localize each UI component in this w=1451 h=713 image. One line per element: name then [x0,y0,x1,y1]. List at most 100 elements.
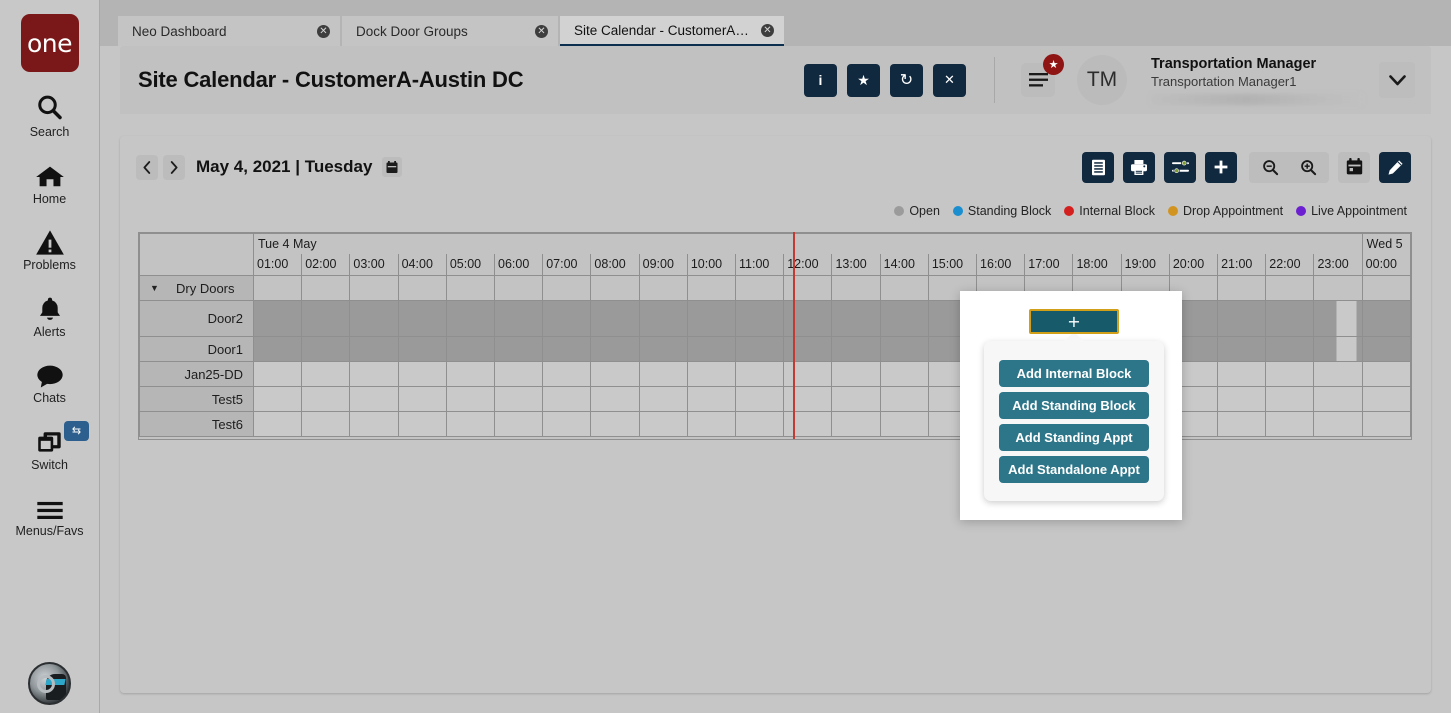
grid-cell[interactable] [494,386,544,412]
grid-cell[interactable] [445,275,496,301]
door-label-cell[interactable]: Door1 [139,336,254,362]
door-label-cell[interactable]: Door2 [139,300,254,337]
date-picker-button[interactable] [1338,151,1370,183]
grid-cell[interactable] [445,300,496,337]
tab-dock-door-groups[interactable]: Dock Door Groups ✕ [342,16,558,46]
grid-cell[interactable] [349,275,399,301]
close-circle-icon[interactable]: ✕ [317,24,330,38]
sidebar-item-menus-favs[interactable]: Menus/Favs [0,491,99,538]
grid-cell[interactable] [349,411,399,437]
grid-cell[interactable] [252,275,303,301]
tab-site-calendar[interactable]: Site Calendar - CustomerA-Austi... ✕ [560,16,784,46]
grid-cell[interactable] [831,336,881,362]
grid-cell[interactable] [542,336,592,362]
grid-cell[interactable] [831,300,881,337]
grid-cell[interactable] [494,411,544,437]
next-day-button[interactable] [163,154,185,180]
grid-cell[interactable] [638,386,688,412]
grid-cell[interactable] [831,275,881,301]
door-label-cell[interactable]: Jan25-DD [139,361,254,387]
grid-cell[interactable] [590,336,640,362]
sidebar-item-search[interactable]: Search [0,92,99,139]
one-logo[interactable]: one [20,14,79,72]
user-avatar-icon[interactable] [28,662,71,705]
grid-cell[interactable] [590,361,640,387]
grid-cell[interactable] [349,386,399,412]
table-row-group[interactable]: ▼ Dry Doors [139,275,1412,301]
add-button[interactable] [1205,151,1237,183]
add-internal-block-button[interactable]: Add Internal Block [999,360,1149,387]
grid-cell[interactable] [542,275,592,301]
refresh-button[interactable]: ↻ [890,63,923,97]
chevron-down-icon[interactable] [1379,62,1415,98]
grid-cell[interactable] [783,361,833,387]
grid-cell[interactable] [1265,300,1315,337]
swap-arrows-icon[interactable]: ⇆ [64,420,89,441]
grid-cell[interactable] [301,386,351,412]
grid-cell[interactable] [1313,361,1363,387]
info-button[interactable]: i [804,63,837,97]
favorite-button[interactable]: ★ [847,63,880,97]
add-standing-block-button[interactable]: Add Standing Block [999,392,1149,419]
grid-cell[interactable] [542,300,592,337]
door-label-cell[interactable]: Test5 [139,386,254,412]
grid-cell[interactable] [590,300,640,337]
grid-cell[interactable] [252,300,303,337]
zoom-in-button[interactable] [1292,152,1324,183]
grid-cell[interactable] [1217,386,1267,412]
grid-cell[interactable] [1361,386,1412,412]
grid-cell[interactable] [686,336,737,362]
grid-cell[interactable] [879,275,929,301]
grid-cell[interactable] [397,275,447,301]
print-button[interactable] [1123,151,1155,183]
grid-cell[interactable] [1265,386,1315,412]
grid-cell[interactable] [349,300,399,337]
grid-cell[interactable] [783,336,833,362]
grid-cell[interactable] [1265,275,1315,301]
grid-cell[interactable] [686,300,737,337]
grid-cell[interactable] [1217,336,1267,362]
add-standing-appt-button[interactable]: Add Standing Appt [999,424,1149,451]
grid-cell[interactable] [879,336,929,362]
grid-cell[interactable] [1265,336,1315,362]
zoom-out-button[interactable] [1254,152,1286,183]
grid-cell[interactable] [397,300,447,337]
grid-cell[interactable] [1361,336,1412,362]
grid-cell[interactable] [686,275,737,301]
grid-cell[interactable] [1217,275,1267,301]
grid-cell[interactable] [638,361,688,387]
grid-cell[interactable] [638,411,688,437]
grid-cell[interactable] [638,275,688,301]
grid-cell[interactable] [542,411,592,437]
grid-cell[interactable] [397,361,447,387]
grid-cell[interactable] [735,361,785,387]
grid-cell[interactable] [349,361,399,387]
tab-neo-dashboard[interactable]: Neo Dashboard ✕ [118,16,340,46]
grid-cell[interactable] [831,361,881,387]
star-badge-icon[interactable]: ★ [1043,54,1064,75]
close-button[interactable]: ✕ [933,63,966,97]
prev-day-button[interactable] [136,154,158,180]
grid-cell[interactable] [735,300,785,337]
grid-cell[interactable] [590,275,640,301]
grid-cell[interactable] [1313,300,1363,337]
grid-cell[interactable] [735,275,785,301]
grid-cell[interactable] [1217,361,1267,387]
grid-cell[interactable] [1217,300,1267,337]
grid-cell[interactable] [494,361,544,387]
grid-cell[interactable] [1265,411,1315,437]
grid-cell[interactable] [252,361,303,387]
grid-cell[interactable] [686,411,737,437]
grid-cell[interactable] [638,300,688,337]
grid-cell[interactable] [879,361,929,387]
close-circle-icon[interactable]: ✕ [761,23,774,37]
grid-cell[interactable] [349,336,399,362]
door-label-cell[interactable]: Test6 [139,411,254,437]
grid-cell[interactable] [445,336,496,362]
grid-cell[interactable] [252,386,303,412]
grid-cell[interactable] [735,336,785,362]
grid-cell[interactable] [301,361,351,387]
grid-cell[interactable] [590,411,640,437]
add-standalone-appt-button[interactable]: Add Standalone Appt [999,456,1149,483]
grid-cell[interactable] [783,386,833,412]
